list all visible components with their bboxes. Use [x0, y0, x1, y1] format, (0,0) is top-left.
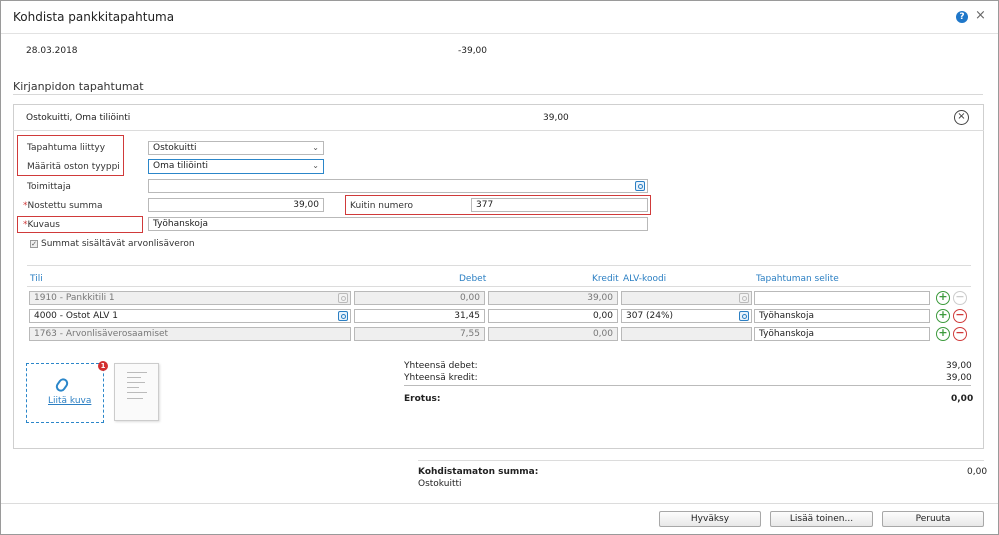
- tyyppi-select-value: Oma tiliöinti: [153, 161, 208, 171]
- unallocated-label: Kohdistamaton summa:: [418, 467, 539, 477]
- row-2-selite[interactable]: Työhanskoja: [754, 309, 930, 323]
- search-icon[interactable]: [739, 311, 749, 321]
- attach-image-dropzone[interactable]: [26, 363, 104, 423]
- section-title: Kirjanpidon tapahtumat: [13, 80, 144, 93]
- total-kredit-value: 39,00: [946, 373, 972, 383]
- col-header-alv: ALV-koodi: [623, 274, 667, 284]
- row-3-selite[interactable]: Työhanskoja: [754, 327, 930, 341]
- unallocated-value: 0,00: [967, 467, 988, 477]
- divider: [404, 385, 971, 386]
- tyyppi-select[interactable]: Oma tiliöinti ⌄: [148, 159, 324, 174]
- search-icon: [739, 293, 749, 303]
- tyyppi-label: Määritä oston tyyppi: [27, 162, 120, 172]
- row-1-alv: [621, 291, 752, 305]
- row-1-selite[interactable]: [754, 291, 930, 305]
- title-bar: Kohdista pankkitapahtuma ? ×: [1, 1, 998, 34]
- toimittaja-label: Toimittaja: [27, 182, 71, 192]
- divider: [27, 265, 971, 266]
- remove-row-icon[interactable]: −: [953, 327, 967, 341]
- summa-label: *Nostettu summa: [23, 201, 103, 211]
- add-row-icon[interactable]: +: [936, 309, 950, 323]
- unallocated-subtext: Ostokuitti: [418, 479, 462, 489]
- col-header-kredit: Kredit: [592, 274, 619, 284]
- row-3-kredit: 0,00: [488, 327, 618, 341]
- row-2-alv-text: 307 (24%): [626, 311, 674, 321]
- row-1-kredit: 39,00: [488, 291, 618, 305]
- col-header-selite: Tapahtuman selite: [756, 274, 839, 284]
- remove-row-icon: −: [953, 291, 967, 305]
- search-icon: [338, 293, 348, 303]
- vat-checkbox-label: Summat sisältävät arvonlisäveron: [41, 239, 195, 249]
- kuvaus-label-text: Kuvaus: [27, 220, 60, 230]
- tapahtuma-label: Tapahtuma liittyy: [27, 143, 106, 153]
- vat-checkbox[interactable]: ✓: [30, 240, 38, 248]
- attach-image-link[interactable]: Liitä kuva: [48, 396, 91, 406]
- search-icon[interactable]: [635, 181, 645, 191]
- kuvaus-input[interactable]: Työhanskoja: [148, 217, 648, 231]
- row-2-debet[interactable]: 31,45: [354, 309, 485, 323]
- divider: [27, 286, 971, 287]
- add-row-icon[interactable]: +: [936, 291, 950, 305]
- row-1-debet: 0,00: [354, 291, 485, 305]
- row-2-account[interactable]: 4000 - Ostot ALV 1: [29, 309, 351, 323]
- chevron-down-icon: ⌄: [312, 143, 319, 152]
- total-kredit-label: Yhteensä kredit:: [404, 373, 478, 383]
- row-1-account-text: 1910 - Pankkitili 1: [34, 293, 115, 303]
- entry-header-amount: 39,00: [543, 113, 569, 123]
- section-divider: [13, 94, 983, 95]
- col-header-tili: Tili: [30, 274, 43, 284]
- total-debet-value: 39,00: [946, 361, 972, 371]
- row-2-kredit[interactable]: 0,00: [488, 309, 618, 323]
- erotus-label: Erotus:: [404, 394, 441, 404]
- transaction-amount: -39,00: [458, 46, 488, 56]
- close-icon[interactable]: ×: [975, 8, 986, 23]
- kuitti-label: Kuitin numero: [350, 201, 413, 211]
- row-2-alv[interactable]: 307 (24%): [621, 309, 752, 323]
- panel-divider: [13, 130, 984, 131]
- summa-label-text: Nostettu summa: [27, 201, 103, 211]
- cancel-button[interactable]: Peruuta: [882, 511, 984, 527]
- footer-divider: [1, 503, 998, 504]
- receipt-thumbnail[interactable]: [114, 363, 159, 421]
- search-icon[interactable]: [338, 311, 348, 321]
- kuvaus-label: *Kuvaus: [23, 220, 60, 230]
- divider: [418, 460, 984, 461]
- row-3-alv: [621, 327, 752, 341]
- row-3-debet: 7,55: [354, 327, 485, 341]
- help-icon[interactable]: ?: [956, 11, 968, 23]
- row-3-account: 1763 - Arvonlisäverosaamiset: [29, 327, 351, 341]
- attachment-count-badge: 1: [98, 361, 108, 371]
- col-header-debet: Debet: [459, 274, 487, 284]
- chevron-down-icon: ⌄: [312, 161, 319, 170]
- kuitti-input[interactable]: 377: [471, 198, 648, 212]
- tapahtuma-select-value: Ostokuitti: [153, 143, 197, 153]
- summa-input[interactable]: 39,00: [148, 198, 324, 212]
- remove-entry-icon[interactable]: ×: [954, 110, 969, 125]
- dialog-title: Kohdista pankkitapahtuma: [13, 10, 175, 24]
- remove-row-icon[interactable]: −: [953, 309, 967, 323]
- transaction-date: 28.03.2018: [26, 46, 78, 56]
- row-2-account-text: 4000 - Ostot ALV 1: [34, 311, 118, 321]
- total-debet-label: Yhteensä debet:: [404, 361, 478, 371]
- tapahtuma-select[interactable]: Ostokuitti ⌄: [148, 141, 324, 155]
- add-another-button[interactable]: Lisää toinen...: [770, 511, 873, 527]
- toimittaja-input[interactable]: [148, 179, 648, 193]
- erotus-value: 0,00: [951, 394, 974, 404]
- dialog-window: Kohdista pankkitapahtuma ? × 28.03.2018 …: [0, 0, 999, 535]
- accept-button[interactable]: Hyväksy: [659, 511, 761, 527]
- row-1-account: 1910 - Pankkitili 1: [29, 291, 351, 305]
- add-row-icon[interactable]: +: [936, 327, 950, 341]
- entry-header-label: Ostokuitti, Oma tiliöinti: [26, 113, 131, 123]
